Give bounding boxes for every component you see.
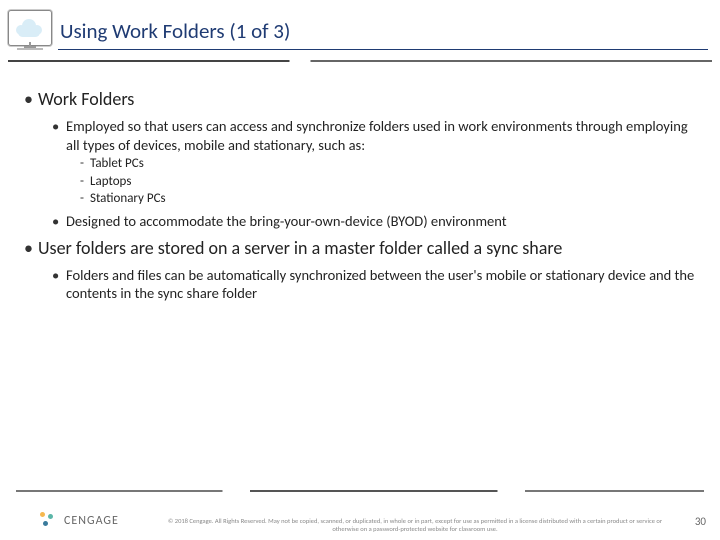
slide: Using Work Folders (1 of 3) Work Folders… bbox=[0, 0, 720, 540]
brand-mark-icon bbox=[40, 512, 58, 530]
monitor-foot-icon bbox=[17, 48, 43, 50]
bullet-text: Stationary PCs bbox=[90, 191, 166, 206]
brand-logo: CENGAGE bbox=[40, 512, 119, 530]
bullet-l2: Designed to accommodate the bring-your-o… bbox=[52, 212, 696, 231]
bullet-text: Tablet PCs bbox=[90, 156, 144, 171]
slide-title: Using Work Folders (1 of 3) bbox=[60, 18, 720, 44]
bullet-l3: Tablet PCs bbox=[80, 156, 696, 173]
copyright-text: © 2018 Cengage. All Rights Reserved. May… bbox=[160, 518, 670, 534]
page-number: 30 bbox=[695, 515, 706, 528]
slide-body: Work Folders Employed so that users can … bbox=[0, 62, 720, 303]
bullet-l3: Laptops bbox=[80, 174, 696, 191]
bullet-l3: Stationary PCs bbox=[80, 191, 696, 208]
bullet-text: Work Folders bbox=[38, 88, 134, 110]
cloud-monitor-icon bbox=[8, 10, 52, 46]
bullet-text: Employed so that users can access and sy… bbox=[66, 117, 688, 154]
bullet-l1: Work Folders Employed so that users can … bbox=[24, 88, 696, 231]
slide-header: Using Work Folders (1 of 3) bbox=[0, 0, 720, 60]
slide-footer: CENGAGE © 2018 Cengage. All Rights Reser… bbox=[0, 490, 720, 540]
bullet-text: Laptops bbox=[90, 174, 131, 189]
bullet-text: Folders and files can be automatically s… bbox=[66, 266, 694, 303]
title-underline bbox=[58, 49, 708, 50]
bullet-text: Designed to accommodate the bring-your-o… bbox=[66, 212, 507, 230]
footer-divider bbox=[16, 490, 704, 492]
bullet-l2: Employed so that users can access and sy… bbox=[52, 117, 696, 208]
bullet-l1: User folders are stored on a server in a… bbox=[24, 237, 696, 303]
bullet-text: User folders are stored on a server in a… bbox=[38, 237, 562, 259]
header-divider bbox=[8, 60, 712, 62]
brand-name: CENGAGE bbox=[64, 514, 119, 528]
bullet-l2: Folders and files can be automatically s… bbox=[52, 266, 696, 303]
